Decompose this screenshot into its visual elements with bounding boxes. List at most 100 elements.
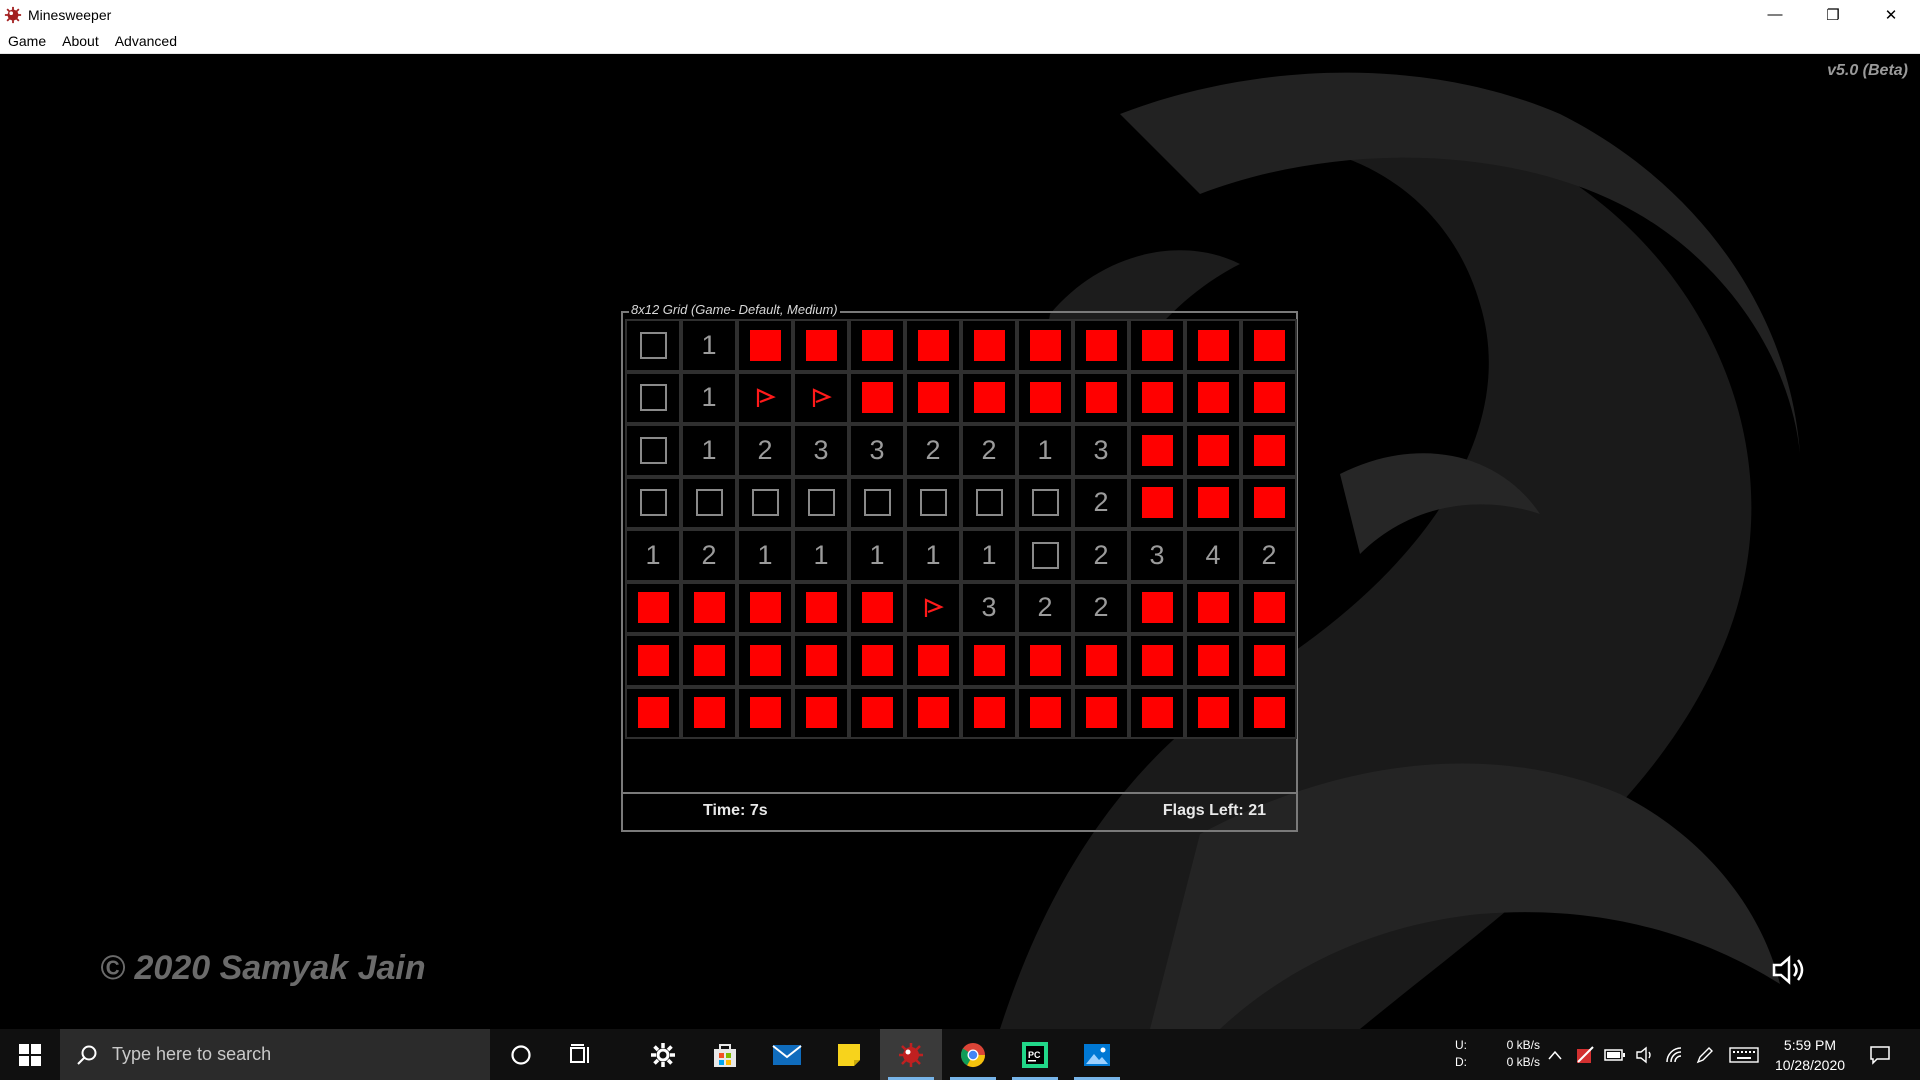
cell-unrevealed[interactable] — [1185, 581, 1241, 634]
cell-unrevealed[interactable] — [1073, 634, 1129, 687]
cell-unrevealed[interactable] — [793, 686, 849, 739]
cell-number[interactable]: 1 — [961, 529, 1017, 582]
photos-icon[interactable] — [1066, 1029, 1128, 1080]
cell-number[interactable]: 3 — [1129, 529, 1185, 582]
cell-number[interactable]: 1 — [793, 529, 849, 582]
cell-unrevealed[interactable] — [849, 634, 905, 687]
cell-unrevealed[interactable] — [1129, 319, 1185, 372]
cell-unrevealed[interactable] — [1129, 476, 1185, 529]
cell-flagged[interactable] — [905, 581, 961, 634]
cell-unrevealed[interactable] — [905, 634, 961, 687]
cell-unrevealed[interactable] — [849, 581, 905, 634]
cell-unrevealed[interactable] — [737, 634, 793, 687]
cell-number[interactable]: 3 — [1073, 424, 1129, 477]
cell-unrevealed[interactable] — [1241, 476, 1297, 529]
taskbar-search-box[interactable]: Type here to search — [60, 1029, 490, 1080]
mail-icon[interactable] — [756, 1029, 818, 1080]
task-view-icon[interactable] — [550, 1029, 612, 1080]
cell-unrevealed[interactable] — [737, 686, 793, 739]
cell-number[interactable]: 1 — [681, 371, 737, 424]
cell-unrevealed[interactable] — [1017, 371, 1073, 424]
menu-game[interactable]: Game — [0, 33, 54, 49]
cell-unrevealed[interactable] — [849, 319, 905, 372]
cell-unrevealed[interactable] — [1017, 686, 1073, 739]
cell-empty[interactable] — [737, 476, 793, 529]
close-button[interactable]: ✕ — [1862, 0, 1920, 29]
battery-icon[interactable] — [1600, 1029, 1630, 1080]
cell-unrevealed[interactable] — [1241, 319, 1297, 372]
notifications-icon[interactable] — [1860, 1029, 1900, 1080]
cell-unrevealed[interactable] — [1017, 319, 1073, 372]
cell-number[interactable]: 2 — [1073, 581, 1129, 634]
settings-gear-icon[interactable] — [632, 1029, 694, 1080]
cell-unrevealed[interactable] — [737, 581, 793, 634]
cell-unrevealed[interactable] — [1185, 319, 1241, 372]
cell-unrevealed[interactable] — [1185, 424, 1241, 477]
cell-unrevealed[interactable] — [793, 634, 849, 687]
cell-unrevealed[interactable] — [1129, 371, 1185, 424]
cell-empty[interactable] — [625, 371, 681, 424]
cell-empty[interactable] — [849, 476, 905, 529]
menu-advanced[interactable]: Advanced — [107, 33, 185, 49]
keyboard-icon[interactable] — [1724, 1029, 1764, 1080]
cell-number[interactable]: 1 — [849, 529, 905, 582]
start-button[interactable] — [0, 1029, 60, 1080]
cell-number[interactable]: 1 — [737, 529, 793, 582]
minimize-button[interactable]: — — [1746, 0, 1804, 29]
volume-icon[interactable] — [1630, 1029, 1660, 1080]
cell-unrevealed[interactable] — [1129, 634, 1185, 687]
pycharm-icon[interactable]: PC — [1004, 1029, 1066, 1080]
cell-number[interactable]: 4 — [1185, 529, 1241, 582]
cell-unrevealed[interactable] — [905, 371, 961, 424]
chevron-up-icon[interactable] — [1540, 1029, 1570, 1080]
cell-unrevealed[interactable] — [1185, 634, 1241, 687]
cell-unrevealed[interactable] — [1185, 686, 1241, 739]
cell-number[interactable]: 2 — [1073, 529, 1129, 582]
cortana-icon[interactable] — [490, 1029, 552, 1080]
cell-number[interactable]: 2 — [961, 424, 1017, 477]
cell-empty[interactable] — [625, 476, 681, 529]
cell-number[interactable]: 3 — [793, 424, 849, 477]
cell-number[interactable]: 2 — [1073, 476, 1129, 529]
cell-unrevealed[interactable] — [849, 371, 905, 424]
cell-number[interactable]: 3 — [849, 424, 905, 477]
cell-number[interactable]: 2 — [737, 424, 793, 477]
cell-number[interactable]: 3 — [961, 581, 1017, 634]
cell-unrevealed[interactable] — [1241, 686, 1297, 739]
cell-unrevealed[interactable] — [961, 634, 1017, 687]
store-icon[interactable] — [694, 1029, 756, 1080]
cell-flagged[interactable] — [737, 371, 793, 424]
chrome-icon[interactable] — [942, 1029, 1004, 1080]
cell-unrevealed[interactable] — [1241, 634, 1297, 687]
cell-unrevealed[interactable] — [1241, 371, 1297, 424]
cell-unrevealed[interactable] — [625, 686, 681, 739]
cell-unrevealed[interactable] — [625, 581, 681, 634]
wifi-icon[interactable] — [1660, 1029, 1690, 1080]
cell-unrevealed[interactable] — [905, 319, 961, 372]
cell-number[interactable]: 1 — [625, 529, 681, 582]
cell-unrevealed[interactable] — [681, 581, 737, 634]
cell-empty[interactable] — [625, 424, 681, 477]
cell-unrevealed[interactable] — [1185, 371, 1241, 424]
cell-unrevealed[interactable] — [905, 686, 961, 739]
menu-about[interactable]: About — [54, 33, 107, 49]
cell-unrevealed[interactable] — [961, 686, 1017, 739]
cell-flagged[interactable] — [793, 371, 849, 424]
cell-unrevealed[interactable] — [961, 371, 1017, 424]
restore-button[interactable]: ❐ — [1804, 0, 1862, 29]
cell-unrevealed[interactable] — [1185, 476, 1241, 529]
cell-empty[interactable] — [961, 476, 1017, 529]
taskbar-clock[interactable]: 5:59 PM 10/28/2020 — [1770, 1035, 1850, 1075]
cell-empty[interactable] — [905, 476, 961, 529]
cell-unrevealed[interactable] — [1129, 424, 1185, 477]
cell-unrevealed[interactable] — [961, 319, 1017, 372]
cell-empty[interactable] — [681, 476, 737, 529]
cell-unrevealed[interactable] — [737, 319, 793, 372]
speaker-icon[interactable] — [1768, 950, 1808, 990]
cell-unrevealed[interactable] — [625, 634, 681, 687]
cell-number[interactable]: 2 — [681, 529, 737, 582]
cell-unrevealed[interactable] — [793, 319, 849, 372]
cell-unrevealed[interactable] — [849, 686, 905, 739]
cell-number[interactable]: 1 — [681, 424, 737, 477]
cell-number[interactable]: 1 — [905, 529, 961, 582]
